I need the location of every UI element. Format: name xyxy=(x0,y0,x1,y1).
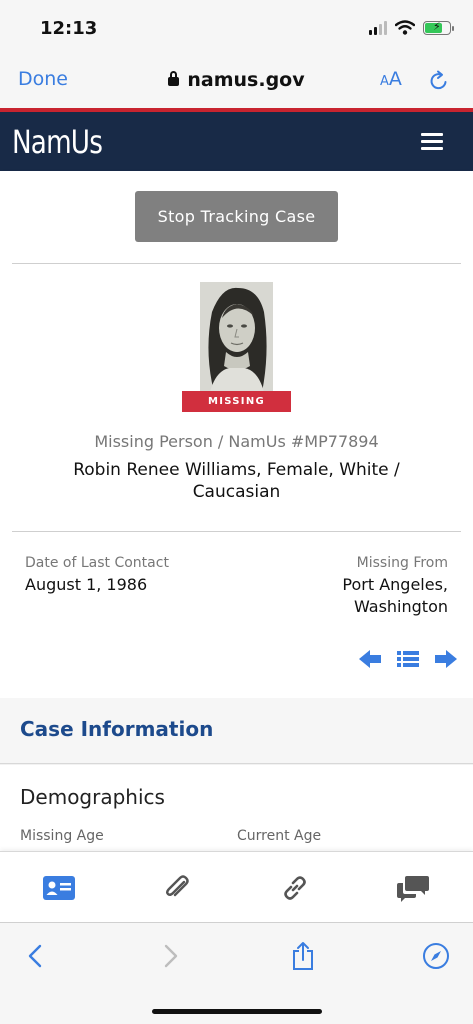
demographics-section: Demographics Missing Age Current Age xyxy=(0,765,473,851)
status-icons: ⚡ xyxy=(369,20,454,35)
forward-button[interactable] xyxy=(156,941,186,971)
tab-attachments[interactable] xyxy=(160,874,194,902)
cellular-signal-icon xyxy=(369,20,387,35)
tab-comments[interactable] xyxy=(396,874,430,902)
reload-icon[interactable] xyxy=(428,70,450,92)
current-age-label: Current Age xyxy=(237,828,322,844)
case-tab-bar xyxy=(0,851,473,922)
status-badge: MISSING xyxy=(182,391,291,412)
battery-icon: ⚡ xyxy=(423,20,454,35)
person-photo[interactable] xyxy=(200,282,273,392)
forward-icon xyxy=(164,944,178,968)
last-contact-label: Date of Last Contact xyxy=(25,555,169,571)
case-summary-card: Stop Tracking Case MISSING Missing Perso… xyxy=(0,171,473,698)
open-in-safari-button[interactable] xyxy=(421,941,451,971)
browser-bottom-toolbar xyxy=(0,922,473,1024)
url-text: namus.gov xyxy=(187,69,305,91)
text-size-button[interactable]: AA xyxy=(380,68,402,90)
site-header: NamUs xyxy=(0,112,473,171)
status-time: 12:13 xyxy=(40,18,98,39)
share-icon xyxy=(293,942,313,970)
last-contact-value: August 1, 1986 xyxy=(25,575,148,594)
status-bar: 12:13 ⚡ xyxy=(0,0,473,56)
share-button[interactable] xyxy=(288,941,318,971)
stop-tracking-button[interactable]: Stop Tracking Case xyxy=(135,191,338,242)
next-case-arrow-icon[interactable] xyxy=(435,649,457,669)
divider xyxy=(12,531,461,532)
address-bar[interactable]: namus.gov xyxy=(0,69,473,91)
link-icon xyxy=(284,876,306,900)
case-navigation xyxy=(359,649,457,669)
paperclip-icon xyxy=(166,875,189,897)
wifi-icon xyxy=(395,20,415,35)
demographics-title: Demographics xyxy=(20,785,165,809)
back-button[interactable] xyxy=(20,941,50,971)
tab-links[interactable] xyxy=(278,874,312,902)
home-indicator xyxy=(152,1009,322,1014)
hamburger-menu-icon[interactable] xyxy=(421,133,443,150)
chat-bubbles-icon xyxy=(397,876,429,902)
missing-from-label: Missing From xyxy=(356,555,448,571)
id-card-icon xyxy=(43,876,75,900)
browser-top-bar: Done namus.gov AA xyxy=(0,56,473,108)
case-information-header[interactable]: Case Information xyxy=(0,698,473,764)
divider xyxy=(12,263,461,264)
missing-from-value: Port Angeles, Washington xyxy=(342,575,448,616)
previous-case-arrow-icon[interactable] xyxy=(359,649,381,669)
case-number: Missing Person / NamUs #MP77894 xyxy=(94,432,379,451)
back-icon xyxy=(28,944,42,968)
person-name: Robin Renee Williams, Female, White / Ca… xyxy=(73,460,400,502)
missing-age-label: Missing Age xyxy=(20,828,104,844)
case-list-icon[interactable] xyxy=(397,650,419,668)
compass-icon xyxy=(423,943,449,969)
tab-case-info[interactable] xyxy=(42,874,76,902)
namus-logo[interactable]: NamUs xyxy=(12,123,103,161)
lock-icon xyxy=(168,71,180,86)
case-information-title: Case Information xyxy=(20,717,214,741)
